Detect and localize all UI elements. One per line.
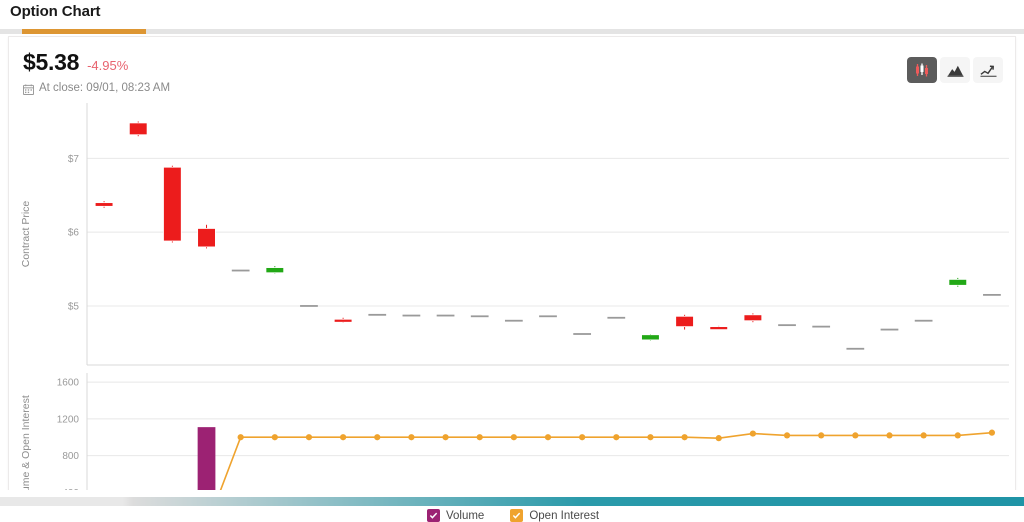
quote-change-percent: -4.95% xyxy=(87,58,129,73)
svg-text:$5: $5 xyxy=(68,301,80,312)
check-icon xyxy=(513,512,521,519)
svg-text:$6: $6 xyxy=(68,228,80,239)
quote-row: $5.38 -4.95% xyxy=(23,49,170,76)
open-interest-checkbox[interactable] xyxy=(510,509,524,522)
quote-status-text: At close: 09/01, 08:23 AM xyxy=(39,82,171,94)
quote-block: $5.38 -4.95% At close: 09/01, 08:23 AM xyxy=(23,49,171,95)
page-title: Option Chart xyxy=(10,3,101,20)
legend-label-volume: Volume xyxy=(445,509,485,522)
quote-price: $5.38 xyxy=(23,49,80,75)
horizontal-scrollbar-thumb[interactable] xyxy=(0,497,1024,506)
volume-checkbox[interactable] xyxy=(426,509,440,522)
svg-text:Volume & Open Interest: Volume & Open Interest xyxy=(20,395,32,495)
candlestick-chart-button[interactable] xyxy=(907,57,937,83)
option-chart-card: $5.38 -4.95% At close: 09/01, 08:23 AM $… xyxy=(8,36,1016,522)
chart-plot-area: $5$6$7Contract Price040080012001600Volum… xyxy=(9,95,1015,495)
svg-text:$7: $7 xyxy=(68,154,80,165)
legend-item-volume[interactable]: Volume xyxy=(426,509,485,522)
svg-text:800: 800 xyxy=(62,451,79,462)
chart-legend: Volume Open Interest xyxy=(9,509,1017,522)
calendar-icon xyxy=(23,83,34,95)
chart-type-button-group xyxy=(907,57,1003,83)
svg-text:Contract Price: Contract Price xyxy=(20,201,32,268)
legend-label-open-interest: Open Interest xyxy=(529,509,600,522)
option-chart-page: Option Chart $5.38 -4.95% At close: 09/0… xyxy=(0,0,1024,522)
svg-text:1200: 1200 xyxy=(57,414,80,425)
quote-status: At close: 09/01, 08:23 AM xyxy=(23,82,171,95)
check-icon xyxy=(429,512,438,519)
area-chart-button[interactable] xyxy=(940,57,970,83)
chart-svg[interactable]: $5$6$7Contract Price040080012001600Volum… xyxy=(9,95,1015,495)
svg-text:1600: 1600 xyxy=(57,378,80,389)
legend-item-open-interest[interactable]: Open Interest xyxy=(510,509,599,522)
tab-active-indicator xyxy=(22,29,146,34)
horizontal-scrollbar-track[interactable] xyxy=(0,490,1024,497)
line-chart-button[interactable] xyxy=(973,57,1003,83)
tab-underline xyxy=(0,29,1024,34)
